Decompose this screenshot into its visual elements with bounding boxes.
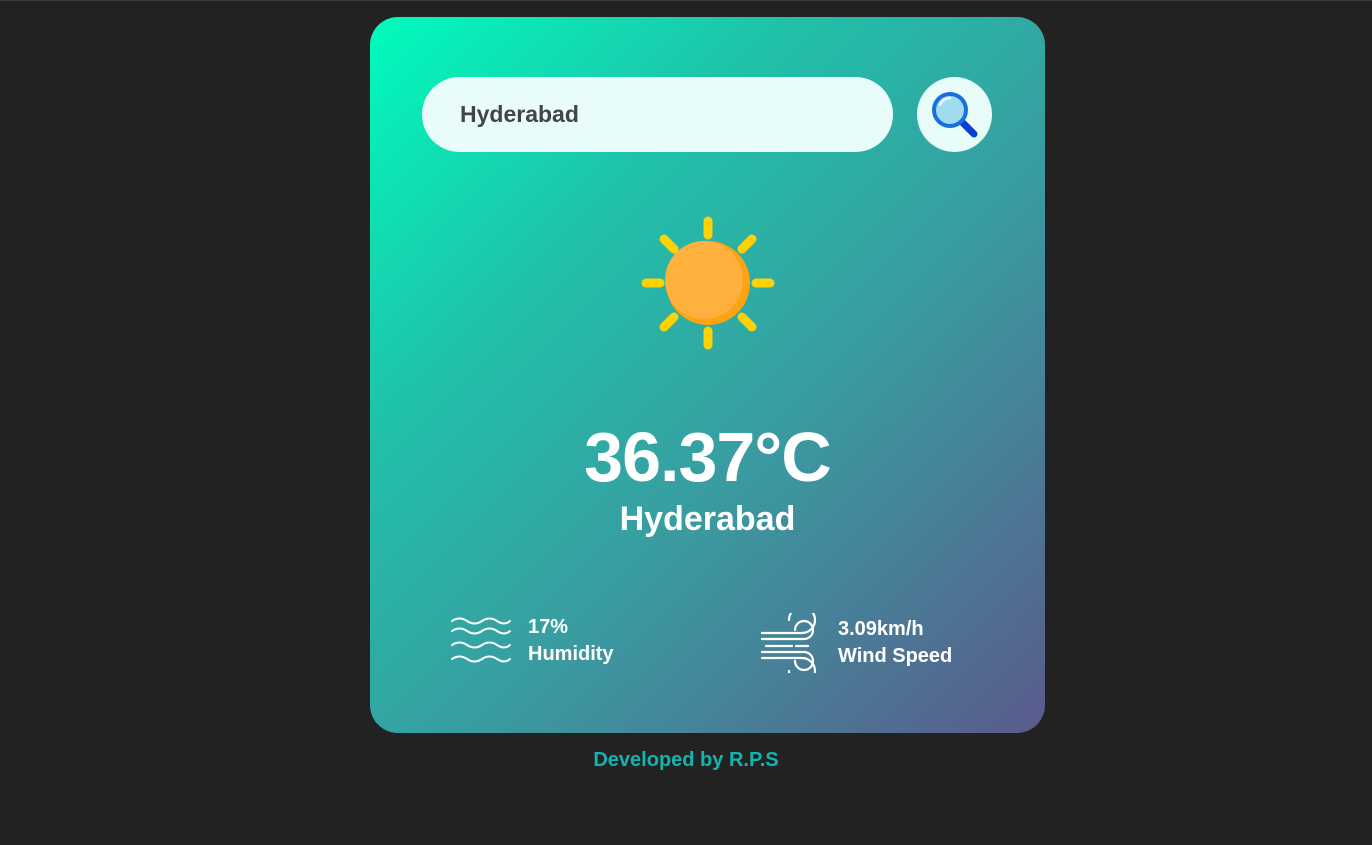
search-button[interactable]: [917, 77, 992, 152]
weather-card: 36.37°C Hyderabad 17% Humidity: [370, 17, 1045, 733]
humidity-waves-icon: [451, 617, 511, 663]
wind-detail: 3.09km/h Wind Speed: [760, 613, 952, 673]
wind-icon: [760, 613, 817, 673]
humidity-value: 17%: [528, 616, 569, 638]
footer-credit: Developed by R.P.S: [593, 749, 779, 771]
city-name: Hyderabad: [619, 500, 796, 538]
page: 36.37°C Hyderabad 17% Humidity: [0, 0, 1372, 845]
search-input[interactable]: [422, 77, 893, 152]
wind-speed-value: 3.09km/h: [838, 618, 924, 640]
search-icon: [931, 91, 977, 137]
wind-speed-label: Wind Speed: [838, 645, 953, 667]
humidity-detail: 17% Humidity: [450, 613, 614, 669]
humidity-label: Humidity: [528, 643, 614, 665]
temperature: 36.37°C: [584, 418, 832, 496]
sun-icon: [641, 216, 775, 350]
